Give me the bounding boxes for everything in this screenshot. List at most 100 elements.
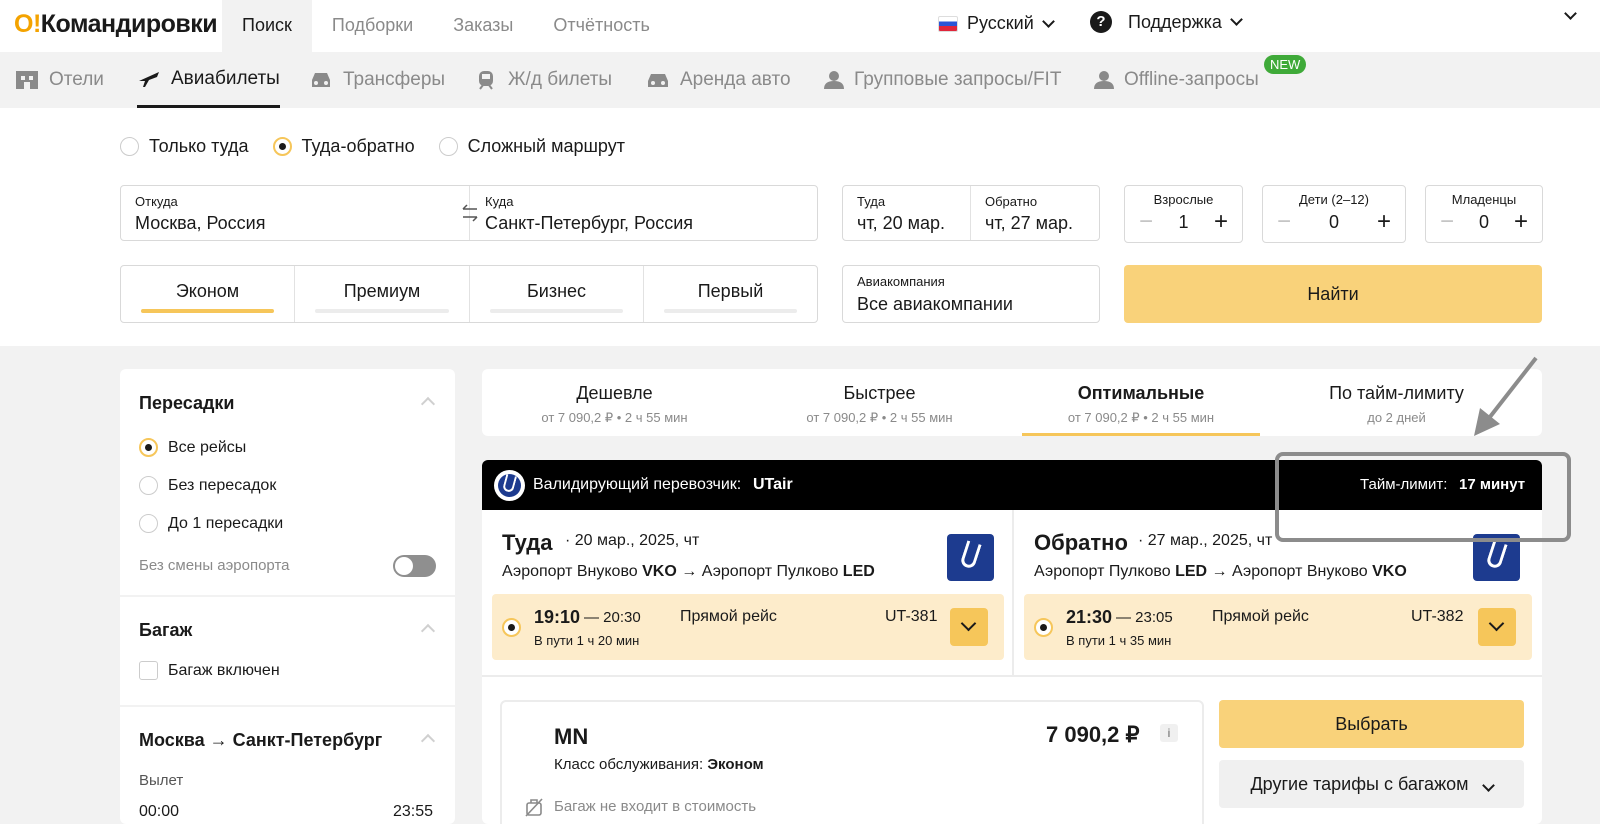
fare-box: MN 7 090,2 ₽ i Класс обслуживания: Эконо… <box>500 700 1204 824</box>
product-flights[interactable]: Авиабилеты <box>137 52 280 108</box>
account-menu-chevron-icon[interactable] <box>1564 7 1577 20</box>
select-button[interactable]: Выбрать <box>1219 700 1524 748</box>
product-label: Отели <box>49 69 104 90</box>
nav-search[interactable]: Поиск <box>222 0 312 52</box>
class-first[interactable]: Первый <box>644 266 817 322</box>
trip-type-roundtrip[interactable]: Туда-обратно <box>272 136 415 157</box>
flight-departure: 21:30 <box>1066 607 1113 627</box>
transfers-one[interactable]: До 1 пересадки <box>139 514 283 533</box>
date-fields: Туда чт, 20 мар. Обратно чт, 27 мар. <box>842 185 1100 241</box>
minus-icon[interactable]: − <box>1440 208 1454 236</box>
to-field[interactable]: Куда Санкт-Петербург, Россия <box>471 186 817 240</box>
transfers-none[interactable]: Без пересадок <box>139 476 276 495</box>
children-stepper: Дети (2–12) − 0 + <box>1262 185 1406 243</box>
nav-orders[interactable]: Заказы <box>433 0 533 52</box>
utair-logo-icon <box>947 534 994 581</box>
divider <box>482 675 1542 677</box>
option-label: Все рейсы <box>168 438 247 456</box>
class-economy[interactable]: Эконом <box>121 266 295 322</box>
no-airport-change-toggle[interactable] <box>393 555 436 577</box>
sort-optimal[interactable]: Оптимальные от 7 090,2 ₽ • 2 ч 55 мин <box>1022 369 1260 436</box>
return-label: Обратно <box>985 194 1038 209</box>
nav-collections[interactable]: Подборки <box>312 0 433 52</box>
expand-chevron-icon[interactable] <box>1478 608 1516 646</box>
trip-type-multicity[interactable]: Сложный маршрут <box>438 136 625 157</box>
product-car-rental[interactable]: Аренда авто <box>646 52 791 108</box>
sort-cheapest[interactable]: Дешевле от 7 090,2 ₽ • 2 ч 55 мин <box>482 369 747 436</box>
class-underline <box>141 309 274 313</box>
radio-selected-icon <box>139 438 158 457</box>
plus-icon[interactable]: + <box>1514 208 1528 236</box>
option-label: Без пересадок <box>168 476 277 494</box>
logo[interactable]: O!Командировки <box>14 10 218 39</box>
chevron-up-icon[interactable] <box>420 396 436 412</box>
fare-class: Класс обслуживания: Эконом <box>554 756 764 773</box>
sort-tabs: Дешевле от 7 090,2 ₽ • 2 ч 55 мин Быстрее… <box>482 369 1542 436</box>
time-from: 00:00 <box>139 803 180 820</box>
annotation-highlight-box <box>1275 452 1571 542</box>
from-field[interactable]: Откуда Москва, Россия <box>121 186 470 240</box>
depart-label: Туда <box>857 194 886 209</box>
radio-icon <box>438 137 458 156</box>
radio-icon <box>139 476 158 495</box>
class-label: Первый <box>697 281 764 301</box>
support-menu[interactable]: ? Поддержка <box>1090 11 1243 33</box>
flight-duration: В пути 1 ч 35 мин <box>1066 633 1172 648</box>
leg-route: Аэропорт Пулково LED → Аэропорт Внуково … <box>1034 563 1407 580</box>
divider <box>120 705 455 707</box>
departure-label: Вылет <box>139 772 184 789</box>
info-icon[interactable]: i <box>1160 724 1178 742</box>
train-icon <box>479 71 493 90</box>
product-group-requests[interactable]: Групповые запросы/FIT <box>820 52 1061 108</box>
transfers-all[interactable]: Все рейсы <box>139 438 246 457</box>
minus-icon[interactable]: − <box>1277 208 1291 236</box>
sort-title: Быстрее <box>843 383 916 403</box>
sort-fastest[interactable]: Быстрее от 7 090,2 ₽ • 2 ч 55 мин <box>747 369 1012 436</box>
trip-type-oneway[interactable]: Только туда <box>120 136 249 157</box>
outbound-flight[interactable]: 19:10 — 20:30 В пути 1 ч 20 мин Прямой р… <box>492 594 1004 660</box>
other-fares-button[interactable]: Другие тарифы с багажом <box>1219 760 1524 808</box>
inbound-flight[interactable]: 21:30 — 23:05 В пути 1 ч 35 мин Прямой р… <box>1024 594 1532 660</box>
plus-icon[interactable]: + <box>1214 208 1228 236</box>
leg-title: Туда <box>502 530 553 555</box>
chevron-up-icon[interactable] <box>420 733 436 749</box>
product-trains[interactable]: Ж/д билеты <box>474 52 612 108</box>
class-business[interactable]: Бизнес <box>470 266 644 322</box>
product-label: Offline-запросы <box>1124 69 1259 90</box>
baggage-title: Багаж <box>139 620 193 640</box>
outbound-leg: Туда · 20 мар., 2025, чт Аэропорт Внуков… <box>482 510 1014 675</box>
main-nav: Поиск Подборки Заказы Отчётность <box>222 0 670 52</box>
support-label: Поддержка <box>1128 11 1222 32</box>
return-date-field[interactable]: Обратно чт, 27 мар. <box>972 186 1099 240</box>
radio-icon <box>120 137 139 156</box>
utair-logo-icon <box>494 470 525 501</box>
nav-reports[interactable]: Отчётность <box>533 0 669 52</box>
product-hotels[interactable]: Отели <box>15 52 104 108</box>
baggage-included[interactable]: Багаж включен <box>139 661 280 680</box>
radio-selected-icon <box>502 618 521 637</box>
class-underline <box>490 309 623 313</box>
product-offline-requests[interactable]: Offline-запросы <box>1090 52 1259 108</box>
annotation-arrow <box>1474 356 1538 436</box>
plus-icon[interactable]: + <box>1377 208 1391 236</box>
group-icon <box>824 71 844 89</box>
minus-icon[interactable]: − <box>1139 208 1153 236</box>
find-button[interactable]: Найти <box>1124 265 1542 323</box>
chevron-up-icon[interactable] <box>420 623 436 639</box>
leg-date: 27 мар., 2025, чт <box>1147 532 1273 549</box>
airline-label: Авиакомпания <box>857 274 945 289</box>
sort-subtitle: от 7 090,2 ₽ • 2 ч 55 мин <box>1067 410 1215 425</box>
language-selector[interactable]: Русский <box>938 13 1055 34</box>
top-navbar: O!Командировки Поиск Подборки Заказы Отч… <box>0 0 1600 52</box>
product-transfers[interactable]: Трансферы <box>309 52 445 108</box>
expand-chevron-icon[interactable] <box>950 608 988 646</box>
from-label: Откуда <box>135 194 178 209</box>
adults-count: 1 <box>1178 211 1189 232</box>
group-icon <box>1094 71 1114 89</box>
airline-field[interactable]: Авиакомпания Все авиакомпании <box>842 265 1100 323</box>
class-premium[interactable]: Премиум <box>295 266 470 322</box>
depart-date-field[interactable]: Туда чт, 20 мар. <box>843 186 971 240</box>
russia-flag-icon <box>938 15 958 32</box>
route-fields: Откуда Москва, Россия Куда Санкт-Петербу… <box>120 185 818 241</box>
class-underline <box>664 309 797 313</box>
